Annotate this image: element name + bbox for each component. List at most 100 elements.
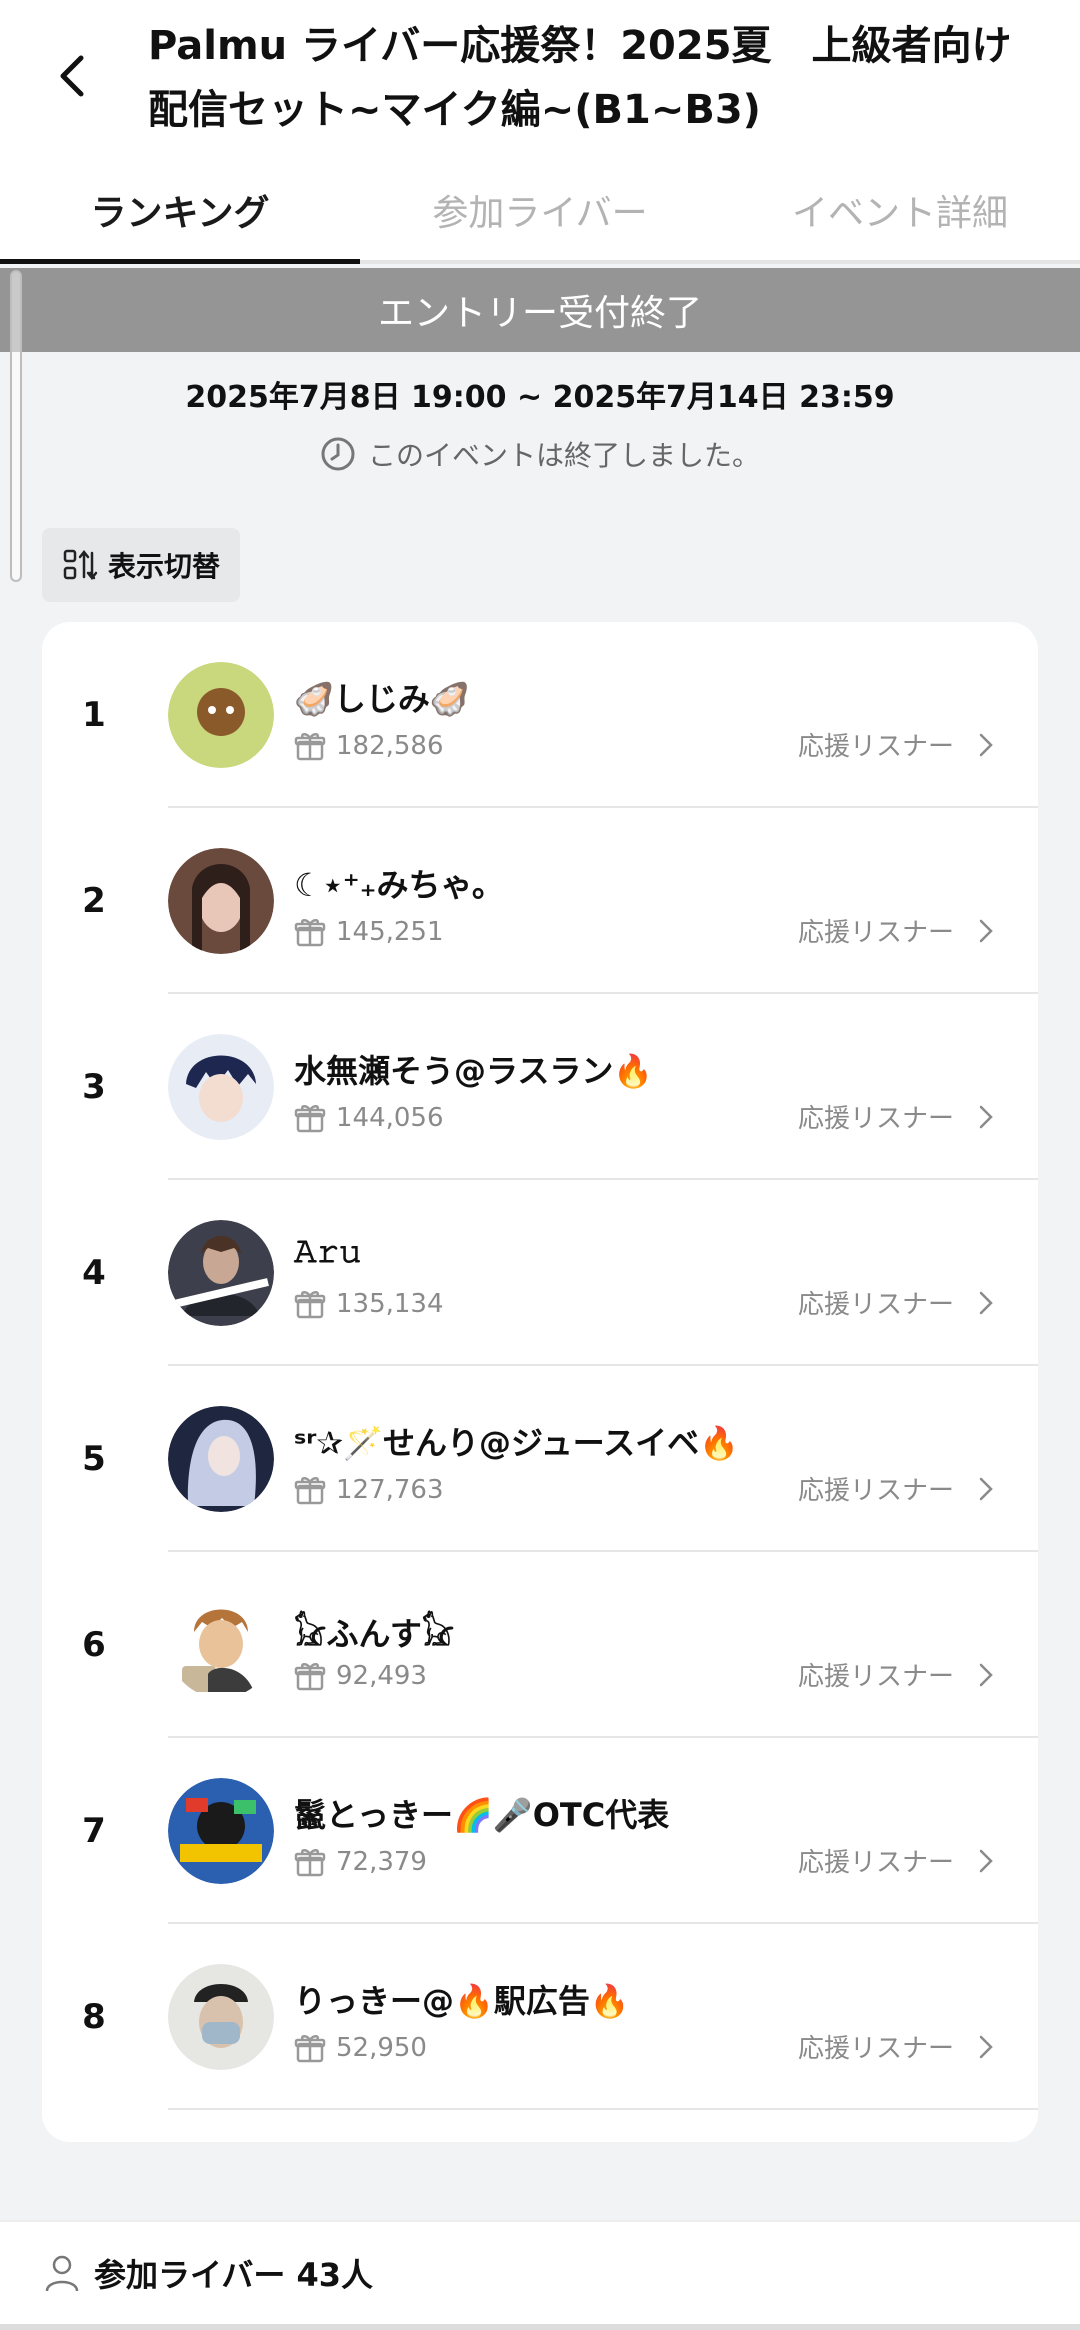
ranking-row[interactable]: 2 ☾⋆⁺₊みちゃ。 145,251 応援リスナー xyxy=(42,808,1038,994)
chevron-right-icon xyxy=(979,1105,993,1128)
supporter-listeners-label: 応援リスナー xyxy=(797,1104,954,1134)
ranking-row[interactable]: 6 𓃠ふんす𓃠 92,493 応援リスナー xyxy=(42,1552,1038,1738)
ranking-row[interactable]: 5 ˢʳ✰🪄せんり@ジュースイベ🔥 127,763 応援リスナー xyxy=(42,1366,1038,1552)
gift-score: 145,251 xyxy=(294,916,444,948)
avatar[interactable] xyxy=(168,1220,274,1326)
supporter-listeners-link[interactable]: 応援リスナー xyxy=(798,2028,994,2065)
supporter-listeners-label: 応援リスナー xyxy=(797,1476,954,1506)
chevron-right-icon xyxy=(979,1477,993,1500)
gift-score: 92,493 xyxy=(294,1660,427,1692)
gift-score-value: 135,134 xyxy=(336,1289,444,1319)
gift-score: 72,379 xyxy=(294,1846,427,1878)
gift-score: 144,056 xyxy=(294,1102,444,1134)
gift-icon xyxy=(294,733,326,761)
avatar[interactable] xyxy=(168,1964,274,2070)
gift-score-value: 127,763 xyxy=(336,1475,444,1505)
event-ended-text: このイベントは終了しました。 xyxy=(367,439,760,472)
participants-footer[interactable]: 参加ライバー 43人 xyxy=(0,2220,1080,2324)
supporter-listeners-link[interactable]: 応援リスナー xyxy=(798,1284,994,1321)
gift-score-value: 145,251 xyxy=(336,917,444,947)
rank-number: 3 xyxy=(82,1067,106,1107)
liver-name: 水無瀬そう@ラスラン🔥 xyxy=(294,1052,654,1090)
liver-name: 鬣とっきー🌈🎤OTC代表 xyxy=(294,1796,670,1834)
supporter-listeners-label: 応援リスナー xyxy=(797,1848,954,1878)
gift-score-value: 182,586 xyxy=(336,731,444,761)
gift-score: 182,586 xyxy=(294,730,444,762)
chevron-right-icon xyxy=(979,2035,993,2058)
event-ended-notice: このイベントは終了しました。 xyxy=(0,434,1080,474)
ranking-row[interactable]: 4 𝙰𝚛𝚞 135,134 応援リスナー xyxy=(42,1180,1038,1366)
gift-score-value: 52,950 xyxy=(336,2033,427,2063)
liver-name: 𓃠ふんす𓃠 xyxy=(294,1615,455,1653)
entry-closed-banner: エントリー受付終了 xyxy=(0,268,1080,352)
gift-icon xyxy=(294,1477,326,1505)
chevron-left-icon xyxy=(60,55,84,97)
gift-score-value: 144,056 xyxy=(336,1103,444,1133)
supporter-listeners-link[interactable]: 応援リスナー xyxy=(798,1098,994,1135)
supporter-listeners-label: 応援リスナー xyxy=(797,2034,954,2064)
sort-toggle-icon xyxy=(63,549,98,581)
supporter-listeners-label: 応援リスナー xyxy=(797,1662,954,1692)
display-toggle-button[interactable]: 表示切替 xyxy=(42,528,240,602)
back-button[interactable] xyxy=(48,48,96,104)
tab-event-details[interactable]: イベント詳細 xyxy=(720,160,1080,260)
gift-icon xyxy=(294,1105,326,1133)
ranking-row[interactable]: 8 りっきー@🔥駅広告🔥 52,950 応援リスナー xyxy=(42,1924,1038,2110)
avatar[interactable] xyxy=(168,1592,274,1698)
app-header: Palmu ライバー応援祭！2025夏 上級者向け配信セット~マイク編~(B1~… xyxy=(0,0,1080,160)
supporter-listeners-label: 応援リスナー xyxy=(797,1290,954,1320)
page-title: Palmu ライバー応援祭！2025夏 上級者向け配信セット~マイク編~(B1~… xyxy=(148,23,1012,133)
avatar[interactable] xyxy=(168,1778,274,1884)
person-icon xyxy=(45,2255,79,2292)
rank-number: 4 xyxy=(82,1253,106,1293)
ranking-list: 1 🦪しじみ🦪 182,586 応援リスナー 2 ☾⋆⁺₊みちゃ。 145,25… xyxy=(42,622,1038,2142)
tab-bar: ランキング 参加ライバー イベント詳細 xyxy=(0,160,1080,264)
rank-number: 7 xyxy=(82,1811,106,1851)
chevron-right-icon xyxy=(979,733,993,756)
ranking-row[interactable]: 7 鬣とっきー🌈🎤OTC代表 72,379 応援リスナー xyxy=(42,1738,1038,1924)
supporter-listeners-label: 応援リスナー xyxy=(797,732,954,762)
gift-score: 52,950 xyxy=(294,2032,427,2064)
rank-number: 6 xyxy=(82,1625,106,1665)
liver-name: ˢʳ✰🪄せんり@ジュースイベ🔥 xyxy=(294,1424,739,1462)
ranking-row[interactable]: 1 🦪しじみ🦪 182,586 応援リスナー xyxy=(42,622,1038,808)
ranking-row[interactable]: 3 水無瀬そう@ラスラン🔥 144,056 応援リスナー xyxy=(42,994,1038,1180)
rank-number: 5 xyxy=(82,1439,106,1479)
supporter-listeners-link[interactable]: 応援リスナー xyxy=(798,726,994,763)
liver-name: 🦪しじみ🦪 xyxy=(294,680,470,718)
display-toggle-label: 表示切替 xyxy=(107,550,220,583)
clock-icon xyxy=(321,437,355,471)
gift-icon xyxy=(294,2035,326,2063)
rank-number: 8 xyxy=(82,1997,106,2037)
avatar[interactable] xyxy=(168,1406,274,1512)
participants-count-label: 参加ライバー 43人 xyxy=(94,2256,374,2294)
gift-icon xyxy=(294,1291,326,1319)
supporter-listeners-link[interactable]: 応援リスナー xyxy=(798,1842,994,1879)
avatar[interactable] xyxy=(168,848,274,954)
avatar[interactable] xyxy=(168,1034,274,1140)
supporter-listeners-link[interactable]: 応援リスナー xyxy=(798,1656,994,1693)
event-period: 2025年7月8日 19:00 ~ 2025年7月14日 23:59 xyxy=(185,380,895,415)
gift-score-value: 92,493 xyxy=(336,1661,427,1691)
chevron-right-icon xyxy=(979,1849,993,1872)
gift-score: 127,763 xyxy=(294,1474,444,1506)
rank-number: 1 xyxy=(82,695,106,735)
liver-name: ☾⋆⁺₊みちゃ。 xyxy=(294,866,504,904)
liver-name: 𝙰𝚛𝚞 xyxy=(294,1232,362,1270)
supporter-listeners-label: 応援リスナー xyxy=(797,918,954,948)
avatar[interactable] xyxy=(168,662,274,768)
gift-icon xyxy=(294,1663,326,1691)
supporter-listeners-link[interactable]: 応援リスナー xyxy=(798,912,994,949)
rank-number: 2 xyxy=(82,881,106,921)
tab-participants[interactable]: 参加ライバー xyxy=(360,160,720,260)
chevron-right-icon xyxy=(979,1663,993,1686)
gift-icon xyxy=(294,919,326,947)
chevron-right-icon xyxy=(979,1291,993,1314)
chevron-right-icon xyxy=(979,919,993,942)
bottom-edge xyxy=(0,2324,1080,2330)
supporter-listeners-link[interactable]: 応援リスナー xyxy=(798,1470,994,1507)
tab-ranking[interactable]: ランキング xyxy=(0,160,360,264)
scroll-indicator[interactable] xyxy=(10,270,22,582)
row-divider xyxy=(168,2108,1038,2110)
gift-score-value: 72,379 xyxy=(336,1847,427,1877)
